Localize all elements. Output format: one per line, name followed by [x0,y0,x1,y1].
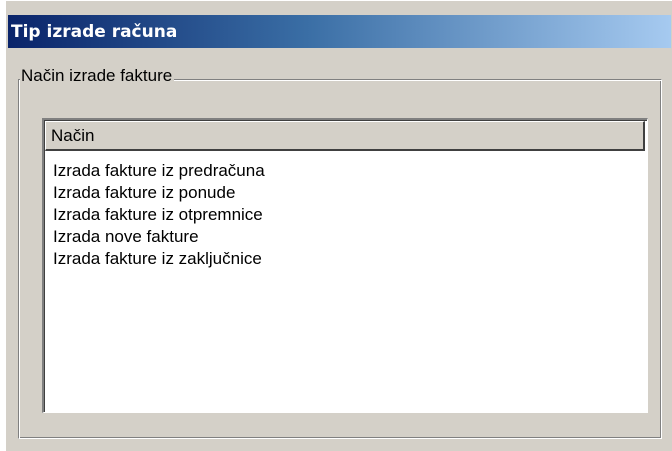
list-item[interactable]: Izrada fakture iz ponude [53,182,265,204]
list-item[interactable]: Izrada fakture iz otpremnice [53,204,265,226]
list-item[interactable]: Izrada nove fakture [53,226,265,248]
window-title: Tip izrade računa [11,21,178,42]
invoice-method-list[interactable]: Način Izrada fakture iz predračuna Izrad… [42,118,648,413]
list-item[interactable]: Izrada fakture iz zaključnice [53,248,265,270]
list-rows: Izrada fakture iz predračuna Izrada fakt… [53,160,265,270]
groupbox-label: Način izrade fakture [20,65,175,87]
column-header-nacin[interactable]: Način [45,121,645,151]
title-bar[interactable]: Tip izrade računa [8,15,671,48]
column-header-label: Način [51,125,95,145]
list-item[interactable]: Izrada fakture iz predračuna [53,160,265,182]
dialog-window: Tip izrade računa Način izrade fakture N… [5,0,672,451]
